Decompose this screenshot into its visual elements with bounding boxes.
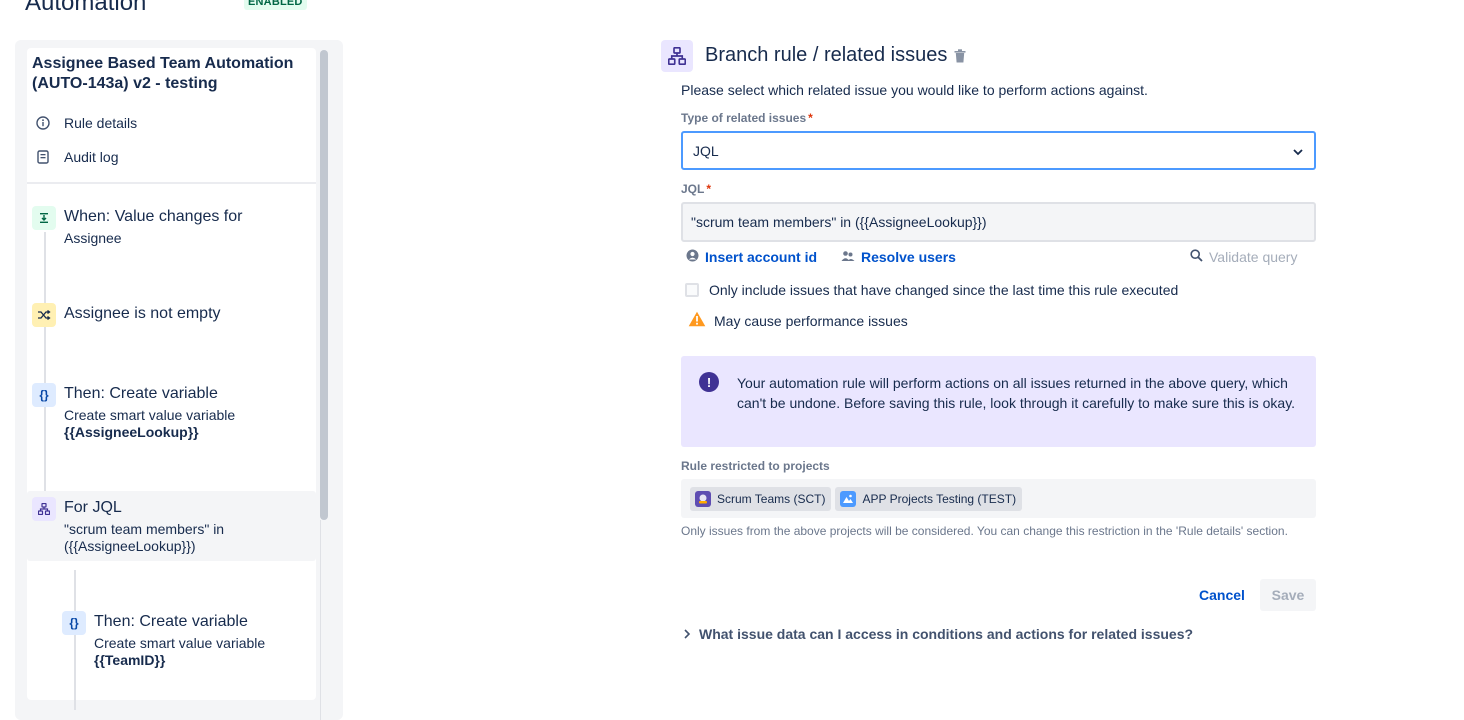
- exclamation-icon: !: [699, 372, 719, 392]
- save-button[interactable]: Save: [1260, 579, 1316, 611]
- panel-title: Branch rule / related issues: [705, 44, 948, 66]
- validate-query-label: Validate query: [1209, 249, 1298, 265]
- info-message-text: Your automation rule will perform action…: [737, 375, 1296, 411]
- user-circle-icon: [686, 249, 699, 265]
- condition-icon: [32, 303, 56, 327]
- trash-icon[interactable]: [952, 48, 968, 64]
- trigger-icon: [32, 206, 56, 230]
- changed-issues-checkbox[interactable]: [685, 283, 699, 297]
- branch-icon: [32, 497, 56, 521]
- step-subtitle: Assignee: [64, 230, 122, 246]
- type-select-value: JQL: [693, 142, 719, 159]
- variable-icon: {}: [62, 611, 86, 635]
- step-subtitle: Create smart value variable {{AssigneeLo…: [64, 407, 294, 441]
- project-avatar-icon: [695, 490, 711, 507]
- type-field-label: Type of related issues *: [681, 111, 813, 125]
- step-title: Then: Create variable: [64, 385, 218, 402]
- changed-issues-checkbox-row[interactable]: Only include issues that have changed si…: [685, 282, 1178, 298]
- project-name: APP Projects Testing (TEST): [862, 491, 1017, 506]
- performance-warning: May cause performance issues: [688, 311, 908, 330]
- panel-description: Please select which related issue you wo…: [681, 82, 1148, 98]
- scroll-thumb[interactable]: [320, 50, 328, 520]
- sidebar-content: [27, 48, 316, 700]
- page-title: Automation: [25, 0, 147, 16]
- expander-label: What issue data can I access in conditio…: [699, 626, 1194, 642]
- status-badge: ENABLED: [244, 0, 307, 10]
- step-subtitle-value: {{AssigneeLookup}}: [64, 424, 199, 440]
- sidebar-link-label: Audit log: [64, 149, 119, 165]
- project-tag[interactable]: APP Projects Testing (TEST): [835, 486, 1023, 511]
- warning-icon: [688, 311, 706, 330]
- step-subtitle-text: Create smart value variable: [64, 407, 236, 423]
- required-marker: *: [706, 182, 712, 196]
- people-icon: [841, 249, 855, 265]
- project-name: Scrum Teams (SCT): [717, 491, 826, 506]
- checkbox-label: Only include issues that have changed si…: [709, 282, 1179, 298]
- sidebar-divider: [27, 182, 316, 184]
- insert-account-id-button[interactable]: Insert account id: [686, 249, 817, 265]
- projects-list: Scrum Teams (SCT) APP Projects Testing (…: [681, 479, 1316, 518]
- projects-helper-text: Only issues from the above projects will…: [681, 524, 1288, 538]
- project-tag[interactable]: Scrum Teams (SCT): [690, 486, 832, 511]
- flow-connector-nested: [74, 570, 76, 710]
- sidebar-link-rule-details[interactable]: Rule details: [36, 115, 137, 131]
- jql-input[interactable]: [681, 202, 1316, 242]
- step-title: When: Value changes for: [64, 208, 243, 225]
- chevron-down-icon: [1292, 143, 1304, 159]
- step-subtitle: Create smart value variable {{TeamID}}: [94, 635, 324, 669]
- chevron-right-icon: [683, 626, 691, 642]
- sidebar-link-label: Rule details: [64, 115, 138, 131]
- sidebar-link-audit-log[interactable]: Audit log: [36, 149, 118, 165]
- related-issues-help-expander[interactable]: What issue data can I access in conditio…: [683, 626, 1193, 642]
- branch-rule-icon: [661, 40, 693, 72]
- step-subtitle-text: Create smart value variable: [94, 635, 266, 651]
- scroll-track: [320, 520, 321, 720]
- sidebar-scrollbar[interactable]: [320, 50, 328, 520]
- projects-label: Rule restricted to projects: [681, 459, 830, 473]
- document-icon: [36, 150, 50, 164]
- jql-field-label-text: JQL: [681, 182, 705, 196]
- search-icon: [1190, 249, 1203, 265]
- validate-query-button[interactable]: Validate query: [1190, 249, 1297, 265]
- step-title: For JQL: [64, 499, 122, 516]
- info-message: ! Your automation rule will perform acti…: [681, 356, 1316, 447]
- insert-account-id-label: Insert account id: [705, 249, 818, 265]
- warning-text: May cause performance issues: [714, 312, 908, 329]
- step-title: Then: Create variable: [94, 613, 248, 630]
- step-subtitle-value: {{TeamID}}: [94, 652, 166, 668]
- required-marker: *: [808, 111, 813, 125]
- step-title: Assignee is not empty: [64, 305, 221, 322]
- info-icon: [36, 116, 50, 130]
- variable-icon: {}: [32, 383, 56, 407]
- cancel-button[interactable]: Cancel: [1191, 579, 1253, 611]
- jql-field-label: JQL *: [681, 182, 711, 196]
- rule-title: Assignee Based Team Automation (AUTO-143…: [32, 55, 294, 92]
- type-select[interactable]: JQL: [681, 131, 1316, 170]
- resolve-users-button[interactable]: Resolve users: [841, 249, 956, 265]
- resolve-users-label: Resolve users: [861, 249, 956, 265]
- project-avatar-icon: [840, 490, 857, 507]
- type-field-label-text: Type of related issues: [681, 111, 807, 125]
- flow-connector: [44, 232, 46, 500]
- step-subtitle: "scrum team members" in ({{AssigneeLooku…: [64, 521, 225, 554]
